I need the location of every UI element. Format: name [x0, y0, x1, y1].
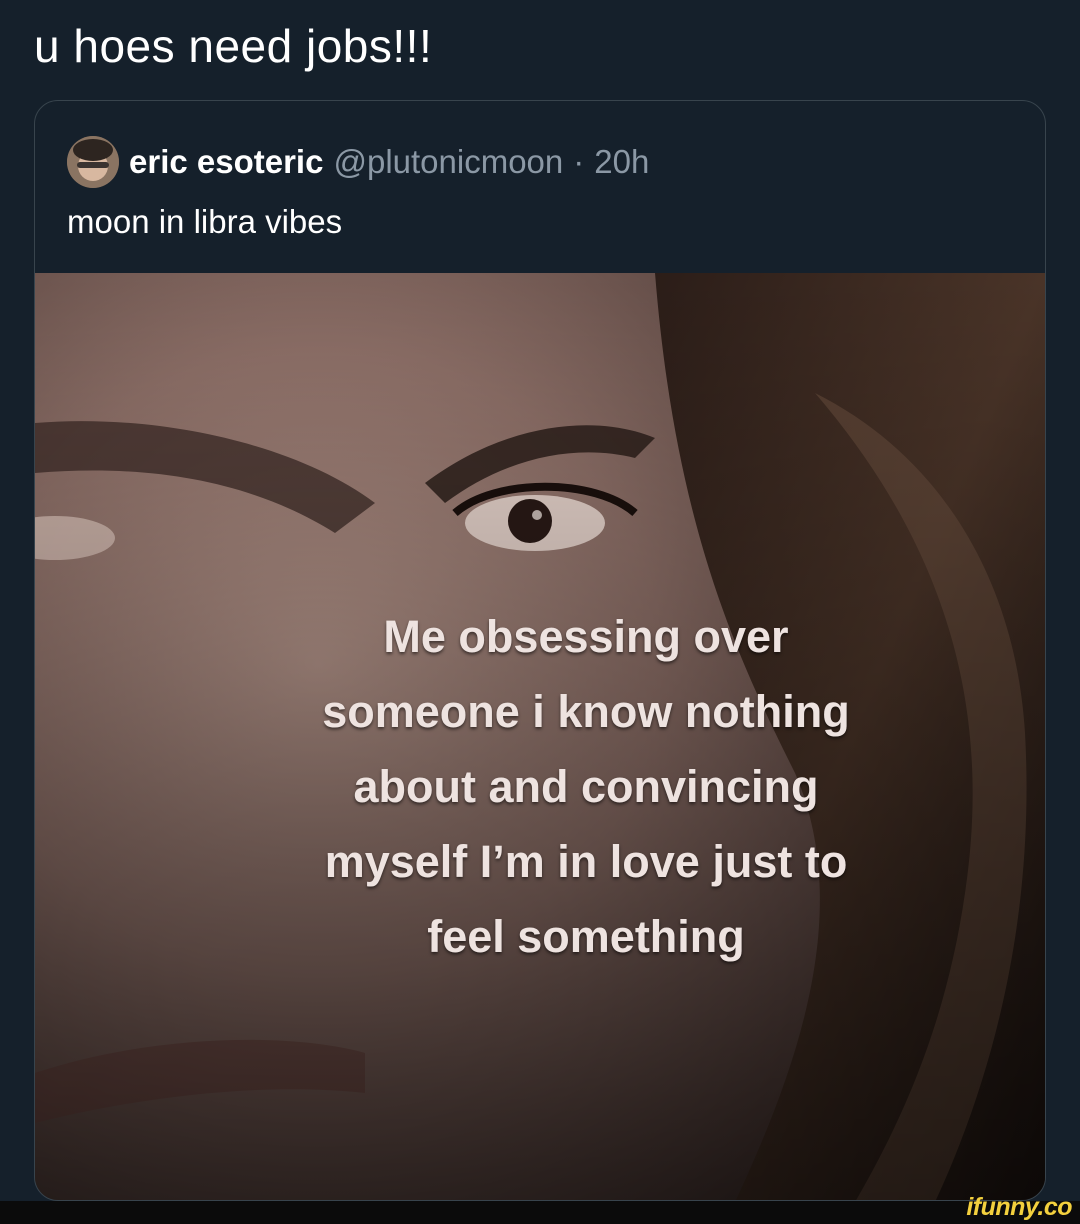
ifunny-watermark: ifunny.co [966, 1193, 1072, 1221]
caption-line: feel something [427, 911, 745, 962]
quoted-tweet-card[interactable]: eric esoteric @plutonicmoon · 20h moon i… [34, 100, 1046, 1201]
meme-caption: Me obsessing over someone i know nothing… [125, 599, 1045, 974]
tweet-text: u hoes need jobs!!! [34, 20, 433, 72]
timestamp[interactable]: 20h [594, 143, 649, 181]
quoted-tweet-text: moon in libra vibes [67, 203, 343, 240]
caption-line: Me obsessing over [383, 611, 789, 662]
caption-line: someone i know nothing [322, 686, 850, 737]
quoted-tweet-header: eric esoteric @plutonicmoon · 20h [67, 136, 649, 188]
separator-dot: · [573, 143, 585, 180]
quoted-tweet-image[interactable]: Me obsessing over someone i know nothing… [35, 273, 1045, 1200]
user-handle[interactable]: @plutonicmoon [333, 143, 563, 181]
user-avatar[interactable] [67, 136, 119, 188]
watermark-bar [0, 1201, 1080, 1224]
caption-line: myself I’m in love just to [324, 836, 848, 887]
caption-line: about and convincing [353, 761, 819, 812]
display-name[interactable]: eric esoteric [129, 143, 323, 181]
